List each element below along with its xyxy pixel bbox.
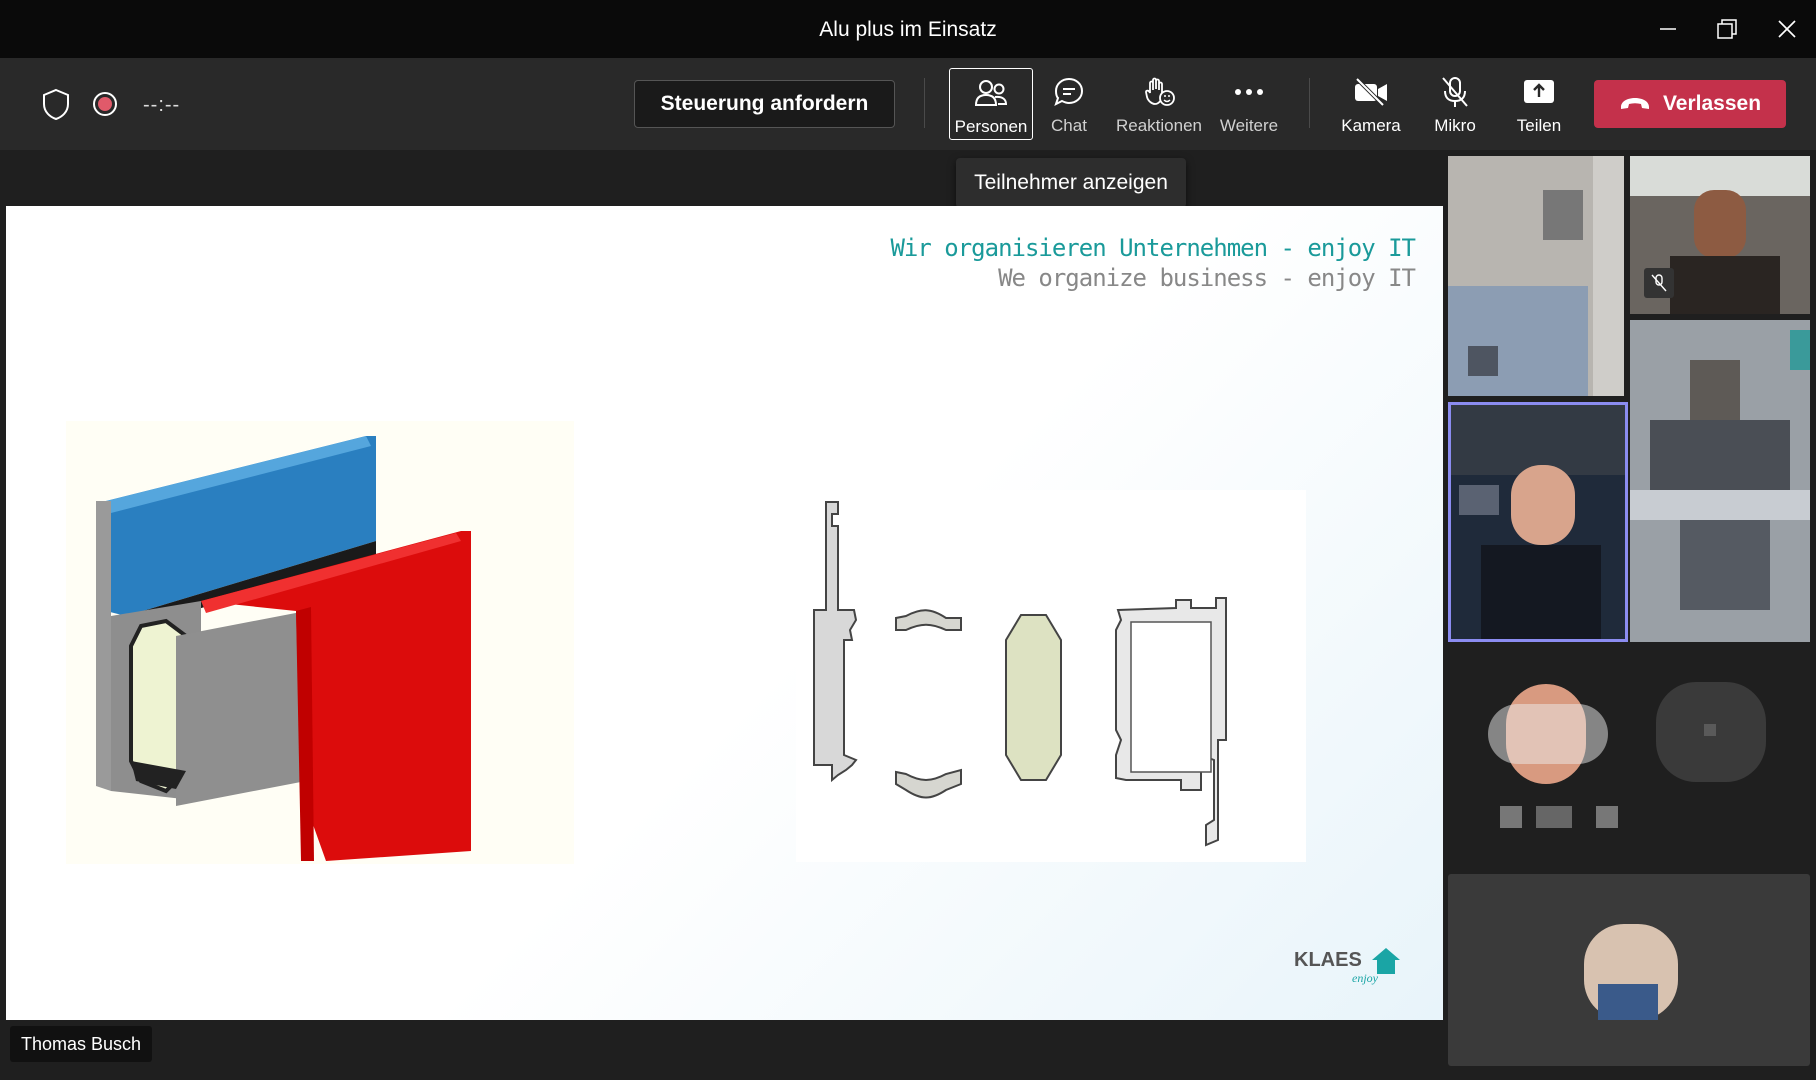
share-label: Teilen — [1516, 116, 1562, 135]
minimize-icon — [1660, 28, 1676, 30]
participant-avatar[interactable] — [1656, 672, 1766, 792]
camera-off-icon — [1353, 74, 1389, 110]
shared-screen: Wir organisieren Unternehmen - enjoy IT … — [6, 206, 1443, 1020]
shield-icon[interactable] — [36, 84, 76, 124]
close-icon — [1778, 20, 1796, 38]
window-title: Alu plus im Einsatz — [819, 18, 997, 41]
reactions-button[interactable]: Reaktionen — [1116, 68, 1203, 140]
toolbar-divider — [1309, 78, 1310, 128]
participant-tile[interactable] — [1448, 874, 1810, 1066]
more-icon — [1231, 74, 1267, 110]
mic-button[interactable]: Mikro — [1413, 68, 1497, 140]
logo-sub-text: enjoy — [1352, 971, 1379, 985]
people-icon — [973, 75, 1009, 111]
close-window-button[interactable] — [1767, 12, 1807, 46]
presenter-name: Thomas Busch — [10, 1026, 152, 1062]
chat-button[interactable]: Chat — [1027, 68, 1111, 140]
profile-section-image — [796, 490, 1306, 862]
mic-off-icon — [1437, 74, 1473, 110]
meeting-timer: --:-- — [143, 94, 181, 116]
leave-button[interactable]: Verlassen — [1594, 80, 1786, 128]
share-button[interactable]: Teilen — [1497, 68, 1581, 140]
participant-tile[interactable] — [1630, 320, 1810, 642]
request-control-button[interactable]: Steuerung anfordern — [634, 80, 895, 128]
hangup-icon — [1620, 98, 1649, 109]
participant-tile-active-speaker[interactable] — [1448, 402, 1628, 642]
people-button[interactable]: Personen — [949, 68, 1033, 140]
minimize-button[interactable] — [1648, 12, 1688, 46]
recording-icon — [85, 84, 125, 124]
participant-mic-off-icon — [1644, 268, 1674, 298]
restore-button[interactable] — [1707, 12, 1747, 46]
slide-tagline-de: Wir organisieren Unternehmen - enjoy IT — [890, 234, 1416, 262]
reactions-icon — [1141, 74, 1177, 110]
mic-label: Mikro — [1434, 116, 1476, 135]
share-icon — [1521, 74, 1557, 110]
logo-text: KLAES — [1294, 949, 1362, 971]
participant-tile[interactable] — [1448, 156, 1624, 396]
more-button[interactable]: Weitere — [1207, 68, 1291, 140]
tooltip: Teilnehmer anzeigen — [956, 158, 1186, 208]
chat-icon — [1051, 74, 1087, 110]
profile-3d-image — [66, 421, 574, 864]
klaes-logo: KLAES enjoy — [1294, 946, 1414, 990]
camera-button[interactable]: Kamera — [1329, 68, 1413, 140]
leave-label: Verlassen — [1662, 92, 1762, 115]
camera-label: Kamera — [1341, 116, 1401, 135]
participant-name-blurred — [1500, 806, 1620, 828]
reactions-label: Reaktionen — [1116, 116, 1203, 135]
slide-tagline-en: We organize business - enjoy IT — [998, 264, 1416, 292]
people-label: Personen — [954, 117, 1028, 136]
participant-tile[interactable] — [1630, 156, 1810, 314]
participant-avatar[interactable] — [1488, 684, 1608, 794]
restore-icon — [1717, 19, 1737, 39]
more-label: Weitere — [1219, 116, 1279, 135]
toolbar-divider — [924, 78, 925, 128]
title-bar: Alu plus im Einsatz — [0, 0, 1816, 58]
chat-label: Chat — [1051, 116, 1087, 135]
